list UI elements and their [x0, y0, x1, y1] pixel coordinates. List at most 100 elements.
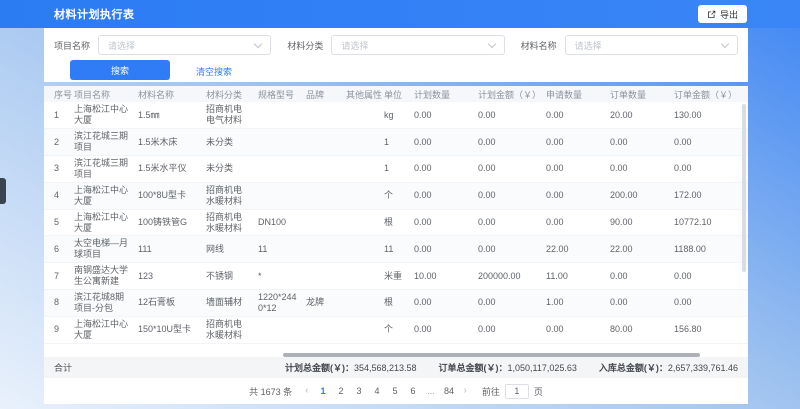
table-cell: 150*10U型卡	[138, 316, 206, 343]
page-button[interactable]: 84	[444, 386, 455, 396]
table-cell: 6	[44, 236, 74, 263]
table-cell: 20.00	[610, 102, 674, 129]
page-button[interactable]: 3	[354, 386, 365, 396]
table-cell: 根	[384, 209, 414, 236]
column-header: 品牌	[306, 86, 346, 102]
page-title: 材料计划执行表	[54, 6, 135, 22]
filter-label: 材料分类	[287, 39, 323, 52]
project-name-select[interactable]: 请选择	[98, 35, 271, 55]
table-cell: 0.00	[546, 102, 610, 129]
table-cell: 10.00	[414, 263, 478, 290]
table-cell	[346, 129, 384, 156]
table-cell: 0.00	[610, 263, 674, 290]
table-cell	[306, 236, 346, 263]
column-header: 项目名称	[74, 86, 138, 102]
table-cell: 0.00	[674, 156, 748, 183]
table-cell	[346, 316, 384, 343]
table-cell	[346, 236, 384, 263]
table-cell: 龙牌	[306, 290, 346, 317]
table-row[interactable]: 1上海松江中心大厦1.5㎜招商机电 电气材料kg0.000.000.0020.0…	[44, 102, 748, 129]
material-category-select[interactable]: 请选择	[331, 35, 504, 55]
table-cell: 123	[138, 263, 206, 290]
table-cell: 未分类	[206, 156, 258, 183]
select-placeholder: 请选择	[341, 39, 488, 52]
table-cell: 南钢盛达大学生公寓新建	[74, 263, 138, 290]
table-cell: 100铸铁管G	[138, 209, 206, 236]
data-table: 序号项目名称材料名称材料分类规格型号品牌其他属性单位计划数量计划金额（￥）申请数…	[44, 86, 748, 344]
table-cell: 130.00	[674, 102, 748, 129]
summary-items: 计划总金额(￥)：354,568,213.58订单总金额(￥)：1,050,11…	[285, 361, 738, 374]
summary-bar: 合计 计划总金额(￥)：354,568,213.58订单总金额(￥)：1,050…	[44, 357, 748, 378]
table-cell: 11.00	[546, 263, 610, 290]
column-header: 规格型号	[258, 86, 306, 102]
table-cell: 1	[44, 102, 74, 129]
export-button[interactable]: 导出	[698, 5, 747, 23]
table-cell: 根	[384, 290, 414, 317]
pagination-next-button[interactable]: ›	[462, 386, 469, 396]
table-row[interactable]: 9上海松江中心大厦150*10U型卡招商机电 水暖材料个0.000.000.00…	[44, 316, 748, 343]
table-cell: 滨江花城三期项目	[74, 156, 138, 183]
column-header: 订单数量	[610, 86, 674, 102]
table-cell	[258, 102, 306, 129]
vertical-scrollbar[interactable]	[742, 104, 746, 272]
table-cell: 4	[44, 182, 74, 209]
table-cell: 招商机电 水暖材料	[206, 209, 258, 236]
table-cell: 未分类	[206, 129, 258, 156]
table-row[interactable]: 7南钢盛达大学生公寓新建123不锈钢*米重10.00200000.0011.00…	[44, 263, 748, 290]
pagination-goto: 前往 页	[482, 384, 543, 399]
table-cell: 招商机电 水暖材料	[206, 316, 258, 343]
pagination-pages: 123456... 84	[318, 386, 455, 396]
table-cell: 米重	[384, 263, 414, 290]
summary-item-label: 计划总金额(￥)：	[285, 363, 354, 373]
table-row[interactable]: 5上海松江中心大厦100铸铁管G招商机电 水暖材料DN100根0.000.000…	[44, 209, 748, 236]
search-button[interactable]: 搜索	[70, 60, 170, 80]
goto-page-input[interactable]	[505, 384, 529, 399]
summary-item-value: 354,568,213.58	[354, 363, 417, 373]
table-cell: 1	[384, 156, 414, 183]
table-cell: 个	[384, 182, 414, 209]
table-cell: 11	[258, 236, 306, 263]
page-button[interactable]: 2	[336, 386, 347, 396]
page-button[interactable]: 1	[318, 386, 329, 396]
table-cell: 0.00	[414, 209, 478, 236]
page-button[interactable]: 6	[408, 386, 419, 396]
table-cell: 0.00	[414, 102, 478, 129]
table-cell: 7	[44, 263, 74, 290]
table-row[interactable]: 8滨江花城8期项目-分包12石膏板墙面辅材1220*2440*12龙牌根0.00…	[44, 290, 748, 317]
table-cell	[346, 156, 384, 183]
table-cell: 0.00	[478, 290, 546, 317]
table-row[interactable]: 2滨江花城三期项目1.5米木床未分类10.000.000.000.000.00	[44, 129, 748, 156]
page-button[interactable]: 4	[372, 386, 383, 396]
table-cell: 200.00	[610, 182, 674, 209]
column-header: 订单金额（￥）	[674, 86, 748, 102]
table-cell: 0.00	[610, 156, 674, 183]
table-cell: *	[258, 263, 306, 290]
table-cell: 0.00	[414, 156, 478, 183]
material-name-select[interactable]: 请选择	[565, 35, 738, 55]
table-cell	[346, 209, 384, 236]
table-cell: kg	[384, 102, 414, 129]
pagination-ellipsis: ...	[426, 386, 437, 396]
sidebar-collapse-handle[interactable]	[0, 178, 6, 204]
page-button[interactable]: 5	[390, 386, 401, 396]
table-row[interactable]: 4上海松江中心大厦100*8U型卡招商机电 水暖材料个0.000.000.002…	[44, 182, 748, 209]
table-cell: 0.00	[478, 209, 546, 236]
select-placeholder: 请选择	[575, 39, 722, 52]
table-cell: 1220*2440*12	[258, 290, 306, 317]
pagination-prev-button[interactable]: ‹	[303, 386, 310, 396]
clear-search-link[interactable]: 清空搜索	[196, 65, 232, 78]
table-cell: 招商机电 水暖材料	[206, 182, 258, 209]
app-header: 材料计划执行表 导出	[0, 0, 800, 28]
table-cell: 1.00	[546, 290, 610, 317]
summary-item-value: 1,050,117,025.63	[508, 363, 577, 373]
table-cell: 上海松江中心大厦	[74, 102, 138, 129]
filter-label: 材料名称	[521, 39, 557, 52]
table-row[interactable]: 6太空电梯—月球项目111网线11110.000.0022.0022.00118…	[44, 236, 748, 263]
table-cell	[306, 209, 346, 236]
table-cell: 0.00	[546, 316, 610, 343]
table-row[interactable]: 3滨江花城三期项目1.5米水平仪未分类10.000.000.000.000.00	[44, 156, 748, 183]
table-cell: 0.00	[610, 290, 674, 317]
table-cell	[346, 290, 384, 317]
summary-item-value: 2,657,339,761.46	[668, 363, 738, 373]
table-cell: 个	[384, 316, 414, 343]
